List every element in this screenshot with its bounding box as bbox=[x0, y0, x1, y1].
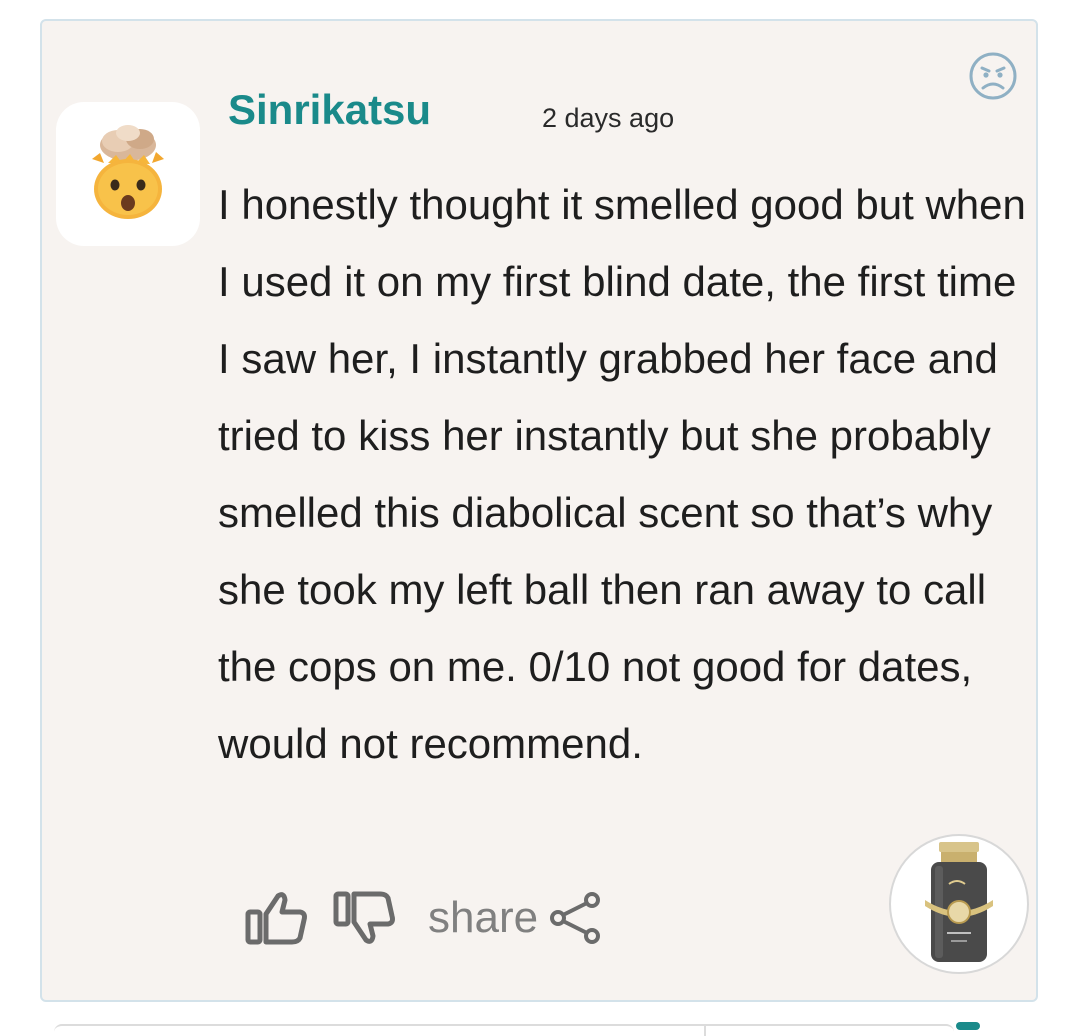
next-card-edge bbox=[54, 1022, 980, 1036]
thumbs-down-icon bbox=[333, 891, 395, 944]
exploding-head-icon bbox=[92, 125, 164, 219]
share-button[interactable]: share bbox=[398, 890, 604, 946]
perfume-bottle-icon bbox=[925, 842, 993, 962]
share-label: share bbox=[428, 893, 539, 942]
user-avatar[interactable] bbox=[56, 102, 200, 246]
dislike-button[interactable] bbox=[332, 890, 398, 946]
like-button[interactable] bbox=[244, 890, 310, 946]
thumbs-up-icon bbox=[245, 892, 307, 945]
share-icon bbox=[550, 892, 601, 944]
username[interactable]: Sinrikatsu bbox=[228, 86, 431, 134]
next-card-divider bbox=[704, 1026, 706, 1036]
comment-timestamp: 2 days ago bbox=[542, 103, 675, 133]
next-card-accent bbox=[956, 1022, 980, 1030]
comment-actions: share bbox=[244, 886, 604, 950]
comment-body: I honestly thought it smelled good but w… bbox=[218, 181, 1026, 767]
product-thumbnail[interactable] bbox=[889, 834, 1029, 974]
angry-face-icon bbox=[969, 52, 1017, 100]
